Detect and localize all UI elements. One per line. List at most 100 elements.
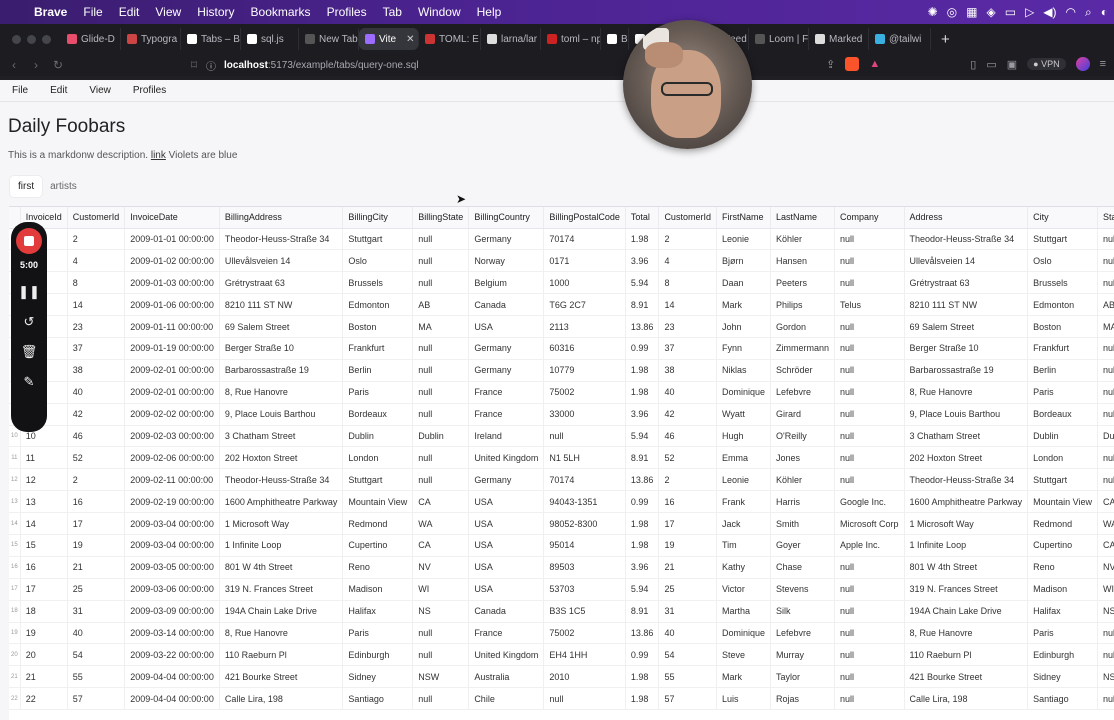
table-cell[interactable]: Hansen	[770, 249, 836, 273]
table-cell[interactable]: 25	[67, 578, 126, 601]
table-cell[interactable]: 38	[658, 359, 717, 382]
table-cell[interactable]: 46	[658, 425, 717, 448]
table-cell[interactable]: Boston	[342, 315, 414, 338]
table-cell[interactable]: 801 W 4th Street	[904, 556, 1029, 579]
table-cell[interactable]: 319 N. Frances Street	[219, 578, 344, 601]
table-cell[interactable]: Reno	[342, 556, 414, 579]
table-cell[interactable]: null	[412, 622, 470, 645]
table-cell[interactable]: Goyer	[770, 534, 836, 557]
layers-icon[interactable]: ◈	[986, 5, 995, 19]
table-cell[interactable]: 3 Chatham Street	[904, 425, 1029, 448]
table-cell[interactable]: Paris	[1027, 381, 1098, 404]
browser-tab[interactable]: toml – np	[541, 28, 601, 50]
table-cell[interactable]: 57	[658, 687, 717, 711]
table-cell[interactable]: 15	[20, 534, 68, 557]
table-cell[interactable]: 69 Salem Street	[904, 315, 1029, 338]
site-info-icon[interactable]: ⓘ	[206, 58, 216, 73]
table-cell[interactable]: Emma	[716, 446, 772, 470]
table-cell[interactable]: Germany	[468, 359, 545, 382]
table-cell[interactable]: London	[342, 446, 414, 470]
menu-tab[interactable]: Tab	[375, 5, 410, 19]
table-cell[interactable]: Smith	[770, 512, 836, 535]
table-cell[interactable]: 40	[67, 622, 126, 645]
table-cell[interactable]: 38	[67, 359, 126, 382]
table-cell[interactable]: 8210 111 ST NW	[219, 293, 344, 317]
table-cell[interactable]: 5.94	[625, 425, 660, 448]
table-cell[interactable]: null	[412, 359, 470, 382]
table-cell[interactable]: Zimmermann	[770, 337, 836, 360]
table-cell[interactable]: 1000	[543, 271, 626, 295]
table-cell[interactable]: 1.98	[625, 665, 660, 689]
table-cell[interactable]: Berlin	[342, 359, 414, 382]
table-cell[interactable]: Wyatt	[716, 403, 772, 426]
table-cell[interactable]: USA	[468, 578, 545, 601]
table-cell[interactable]: Mountain View	[1027, 490, 1098, 514]
app-menu-edit[interactable]: Edit	[38, 85, 77, 96]
table-row[interactable]: 77382009-02-01 00:00:00Barbarossastraße …	[9, 359, 1114, 382]
table-cell[interactable]: null	[412, 337, 470, 360]
table-cell[interactable]: null	[412, 249, 470, 273]
table-cell[interactable]: 37	[67, 337, 126, 360]
menu-help[interactable]: Help	[469, 5, 510, 19]
table-cell[interactable]: Germany	[468, 337, 545, 360]
table-cell[interactable]: 1.98	[625, 381, 660, 404]
table-cell[interactable]: 1600 Amphitheatre Parkway	[219, 490, 344, 514]
table-row[interactable]: 10 10 46 2009-02-03 00:00:00 3 Chatham Stree…	[9, 425, 1114, 448]
table-cell[interactable]: null	[834, 228, 905, 251]
table-cell[interactable]: 2010	[543, 665, 626, 689]
table-cell[interactable]: Grétrystraat 63	[219, 271, 344, 295]
table-cell[interactable]: Apple Inc.	[834, 534, 905, 557]
table-cell[interactable]: USA	[468, 315, 545, 338]
table-row[interactable]: 2242009-01-02 00:00:00Ullevålsveien 14Os…	[9, 249, 1114, 273]
table-cell[interactable]: Belgium	[468, 271, 545, 295]
table-cell[interactable]: EH4 1HH	[543, 643, 626, 667]
table-cell[interactable]: 70174	[543, 228, 626, 251]
table-cell[interactable]: 19	[20, 622, 68, 645]
table-row[interactable]: 3382009-01-03 00:00:00Grétrystraat 63Bru…	[9, 271, 1114, 295]
table-cell[interactable]: 21	[658, 556, 717, 579]
table-cell[interactable]: MA	[1097, 315, 1114, 338]
profile-avatar[interactable]	[1075, 57, 1090, 71]
table-cell[interactable]: Boston	[1027, 315, 1098, 338]
table-cell[interactable]: 8.91	[625, 293, 660, 317]
table-cell[interactable]: Jones	[770, 446, 836, 470]
table-cell[interactable]: null	[1097, 468, 1114, 492]
menu-window[interactable]: Window	[410, 5, 469, 19]
table-cell[interactable]: Barbarossastraße 19	[904, 359, 1029, 382]
table-cell[interactable]: Jack	[716, 512, 772, 535]
table-cell[interactable]: 19	[67, 534, 126, 557]
table-cell[interactable]: Dublin	[342, 425, 414, 448]
table-cell[interactable]: MA	[412, 315, 470, 338]
table-cell[interactable]: 57	[67, 687, 126, 711]
table-cell[interactable]: Edinburgh	[342, 643, 414, 667]
table-row[interactable]: 15 15 19 2009-03-04 00:00:00 1 Infinite Loop…	[9, 534, 1114, 557]
table-cell[interactable]: USA	[468, 534, 545, 557]
table-cell[interactable]: 75002	[543, 381, 626, 404]
table-cell[interactable]: 1600 Amphitheatre Parkway	[904, 490, 1029, 514]
table-cell[interactable]: 1 Infinite Loop	[219, 534, 344, 557]
table-cell[interactable]: 14	[20, 512, 68, 535]
table-cell[interactable]: Canada	[468, 600, 545, 623]
table-cell[interactable]: 10779	[543, 359, 626, 382]
table-cell[interactable]: 319 N. Frances Street	[904, 578, 1029, 601]
table-cell[interactable]: Luis	[716, 687, 772, 711]
browser-tab[interactable]: TOML: E	[419, 28, 481, 50]
table-cell[interactable]: Schröder	[770, 359, 836, 382]
table-cell[interactable]: 110 Raeburn Pl	[904, 643, 1029, 667]
table-cell[interactable]: 40	[658, 381, 717, 404]
table-cell[interactable]: Frankfurt	[1027, 337, 1098, 360]
table-cell[interactable]: 202 Hoxton Street	[219, 446, 344, 470]
table-cell[interactable]: Köhler	[770, 228, 836, 251]
table-cell[interactable]: null	[1097, 403, 1114, 426]
table-cell[interactable]: Rojas	[770, 687, 836, 711]
table-cell[interactable]: Mountain View	[342, 490, 414, 514]
table-cell[interactable]: France	[468, 381, 545, 404]
table-cell[interactable]: France	[468, 403, 545, 426]
table-cell[interactable]: Stuttgart	[342, 228, 414, 251]
table-cell[interactable]: 2009-03-09 00:00:00	[124, 600, 220, 623]
table-cell[interactable]: 55	[658, 665, 717, 689]
forward-icon[interactable]: ›	[28, 58, 44, 72]
table-cell[interactable]: 2009-03-04 00:00:00	[124, 534, 220, 557]
table-cell[interactable]: 2009-02-03 00:00:00	[124, 425, 220, 448]
table-cell[interactable]: Harris	[770, 490, 836, 514]
